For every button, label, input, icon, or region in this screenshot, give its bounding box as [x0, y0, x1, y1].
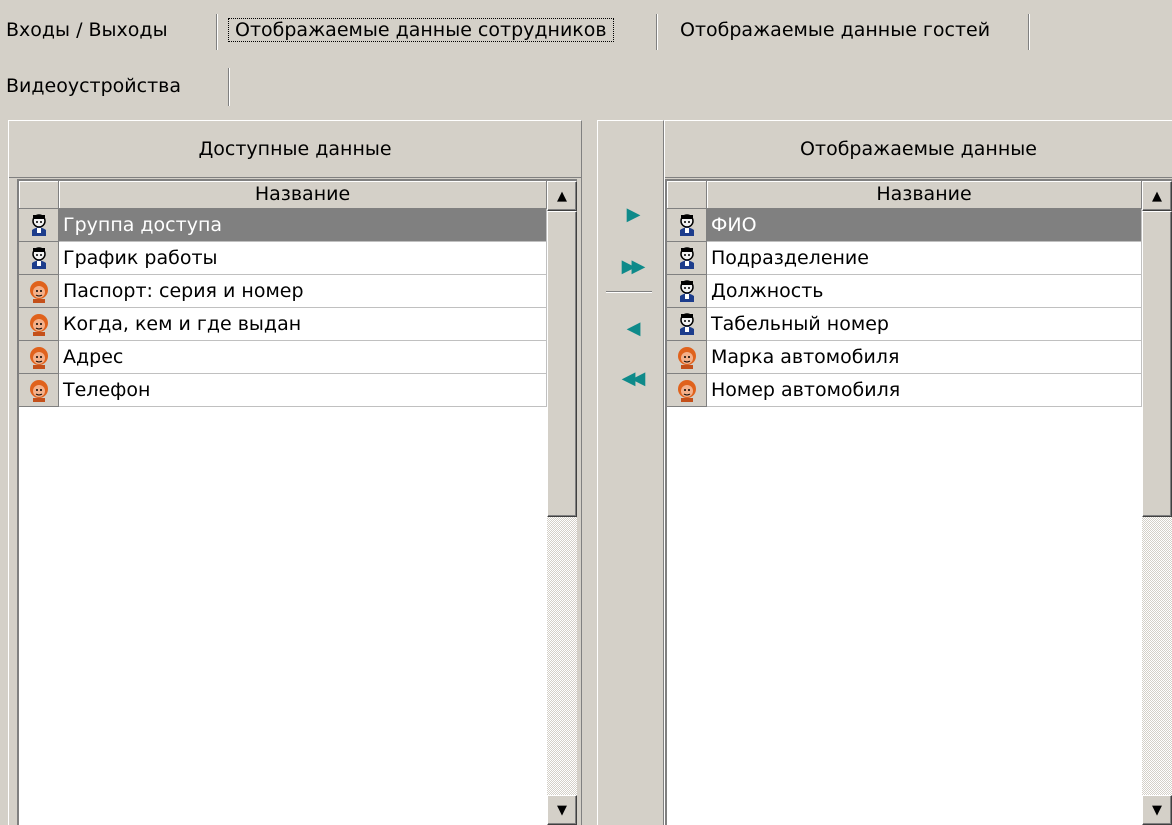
divider — [606, 291, 652, 293]
vertical-scrollbar[interactable]: ▲ ▼ — [547, 181, 577, 825]
list-item[interactable]: Номер автомобиля — [667, 374, 1142, 407]
list-item[interactable]: Табельный номер — [667, 308, 1142, 341]
tab-divider — [1028, 14, 1030, 50]
move-right-icon: ▶ — [626, 203, 641, 225]
employee-icon — [667, 308, 707, 341]
list-item-label: Подразделение — [707, 242, 1142, 275]
tab-label: Отображаемые данные сотрудников — [228, 18, 614, 42]
tab-guest-display-data[interactable]: Отображаемые данные гостей — [680, 12, 1020, 50]
icon-column-header[interactable] — [19, 181, 59, 209]
employee-icon — [667, 242, 707, 275]
move-left-button[interactable]: ◀ — [598, 311, 665, 345]
guest-icon — [19, 374, 59, 407]
list-item-label: ФИО — [707, 209, 1142, 242]
name-column-header[interactable]: Название — [707, 181, 1142, 209]
employee-icon — [19, 209, 59, 242]
tab-divider — [228, 68, 230, 106]
grid-rows: Группа доступа График работы Паспорт: сери… — [19, 209, 547, 407]
tab-entries-exits[interactable]: Входы / Выходы — [6, 12, 216, 50]
grid-rows: ФИО Подразделение Должность Табельный номер… — [667, 209, 1142, 407]
list-item-label: Группа доступа — [59, 209, 547, 242]
list-item[interactable]: Марка автомобиля — [667, 341, 1142, 374]
list-item[interactable]: Группа доступа — [19, 209, 547, 242]
list-item-label: Телефон — [59, 374, 547, 407]
list-item[interactable]: Подразделение — [667, 242, 1142, 275]
list-item-label: Номер автомобиля — [707, 374, 1142, 407]
available-data-panel: Доступные данные Название Группа доступа… — [8, 120, 582, 825]
employee-icon — [667, 275, 707, 308]
scroll-down-button[interactable]: ▼ — [547, 795, 577, 825]
tab-divider — [656, 14, 658, 50]
panel-title: Доступные данные — [9, 121, 581, 178]
scroll-thumb[interactable] — [1142, 211, 1172, 517]
list-item-label: Марка автомобиля — [707, 341, 1142, 374]
scroll-thumb[interactable] — [547, 211, 577, 517]
list-item-label: График работы — [59, 242, 547, 275]
guest-icon — [19, 275, 59, 308]
list-item[interactable]: График работы — [19, 242, 547, 275]
list-item[interactable]: Телефон — [19, 374, 547, 407]
arrow-up-icon: ▲ — [557, 188, 567, 204]
guest-icon — [667, 341, 707, 374]
guest-icon — [19, 308, 59, 341]
tab-label: Входы / Выходы — [6, 19, 168, 41]
grid-header: Название — [667, 181, 1142, 209]
list-item[interactable]: Адрес — [19, 341, 547, 374]
arrow-down-icon: ▼ — [557, 802, 567, 818]
list-item[interactable]: Должность — [667, 275, 1142, 308]
list-item[interactable]: ФИО — [667, 209, 1142, 242]
icon-column-header[interactable] — [667, 181, 707, 209]
move-all-right-button[interactable]: ▶▶ — [598, 249, 665, 283]
list-item[interactable]: Паспорт: серия и номер — [19, 275, 547, 308]
list-item-label: Когда, кем и где выдан — [59, 308, 547, 341]
list-item-label: Адрес — [59, 341, 547, 374]
move-all-left-icon: ◀◀ — [621, 367, 646, 389]
list-item[interactable]: Когда, кем и где выдан — [19, 308, 547, 341]
displayed-data-panel: Отображаемые данные Название ФИО Подразде… — [664, 120, 1172, 825]
move-all-left-button[interactable]: ◀◀ — [598, 361, 665, 395]
tab-label: Видеоустройства — [6, 75, 181, 97]
list-item-label: Паспорт: серия и номер — [59, 275, 547, 308]
move-left-icon: ◀ — [626, 317, 641, 339]
arrow-down-icon: ▼ — [1152, 802, 1162, 818]
displayed-data-list[interactable]: Название ФИО Подразделение Должность Табель… — [665, 179, 1172, 825]
vertical-scrollbar[interactable]: ▲ ▼ — [1142, 181, 1172, 825]
available-data-list[interactable]: Название Группа доступа График работы Пасп… — [17, 179, 577, 825]
employee-icon — [19, 242, 59, 275]
arrow-up-icon: ▲ — [1152, 188, 1162, 204]
employee-icon — [667, 209, 707, 242]
grid-header: Название — [19, 181, 547, 209]
move-right-button[interactable]: ▶ — [598, 197, 665, 231]
list-item-label: Должность — [707, 275, 1142, 308]
transfer-buttons-panel: ▶ ▶▶ ◀ ◀◀ — [597, 120, 664, 825]
tab-employee-display-data[interactable]: Отображаемые данные сотрудников — [228, 12, 650, 50]
move-all-right-icon: ▶▶ — [621, 255, 646, 277]
list-item-label: Табельный номер — [707, 308, 1142, 341]
guest-icon — [667, 374, 707, 407]
panel-title: Отображаемые данные — [665, 121, 1172, 178]
scroll-up-button[interactable]: ▲ — [1142, 181, 1172, 211]
tab-divider — [216, 14, 218, 50]
tab-label: Отображаемые данные гостей — [680, 19, 991, 41]
tab-video-devices[interactable]: Видеоустройства — [6, 68, 228, 106]
guest-icon — [19, 341, 59, 374]
scroll-down-button[interactable]: ▼ — [1142, 795, 1172, 825]
scroll-up-button[interactable]: ▲ — [547, 181, 577, 211]
name-column-header[interactable]: Название — [59, 181, 547, 209]
